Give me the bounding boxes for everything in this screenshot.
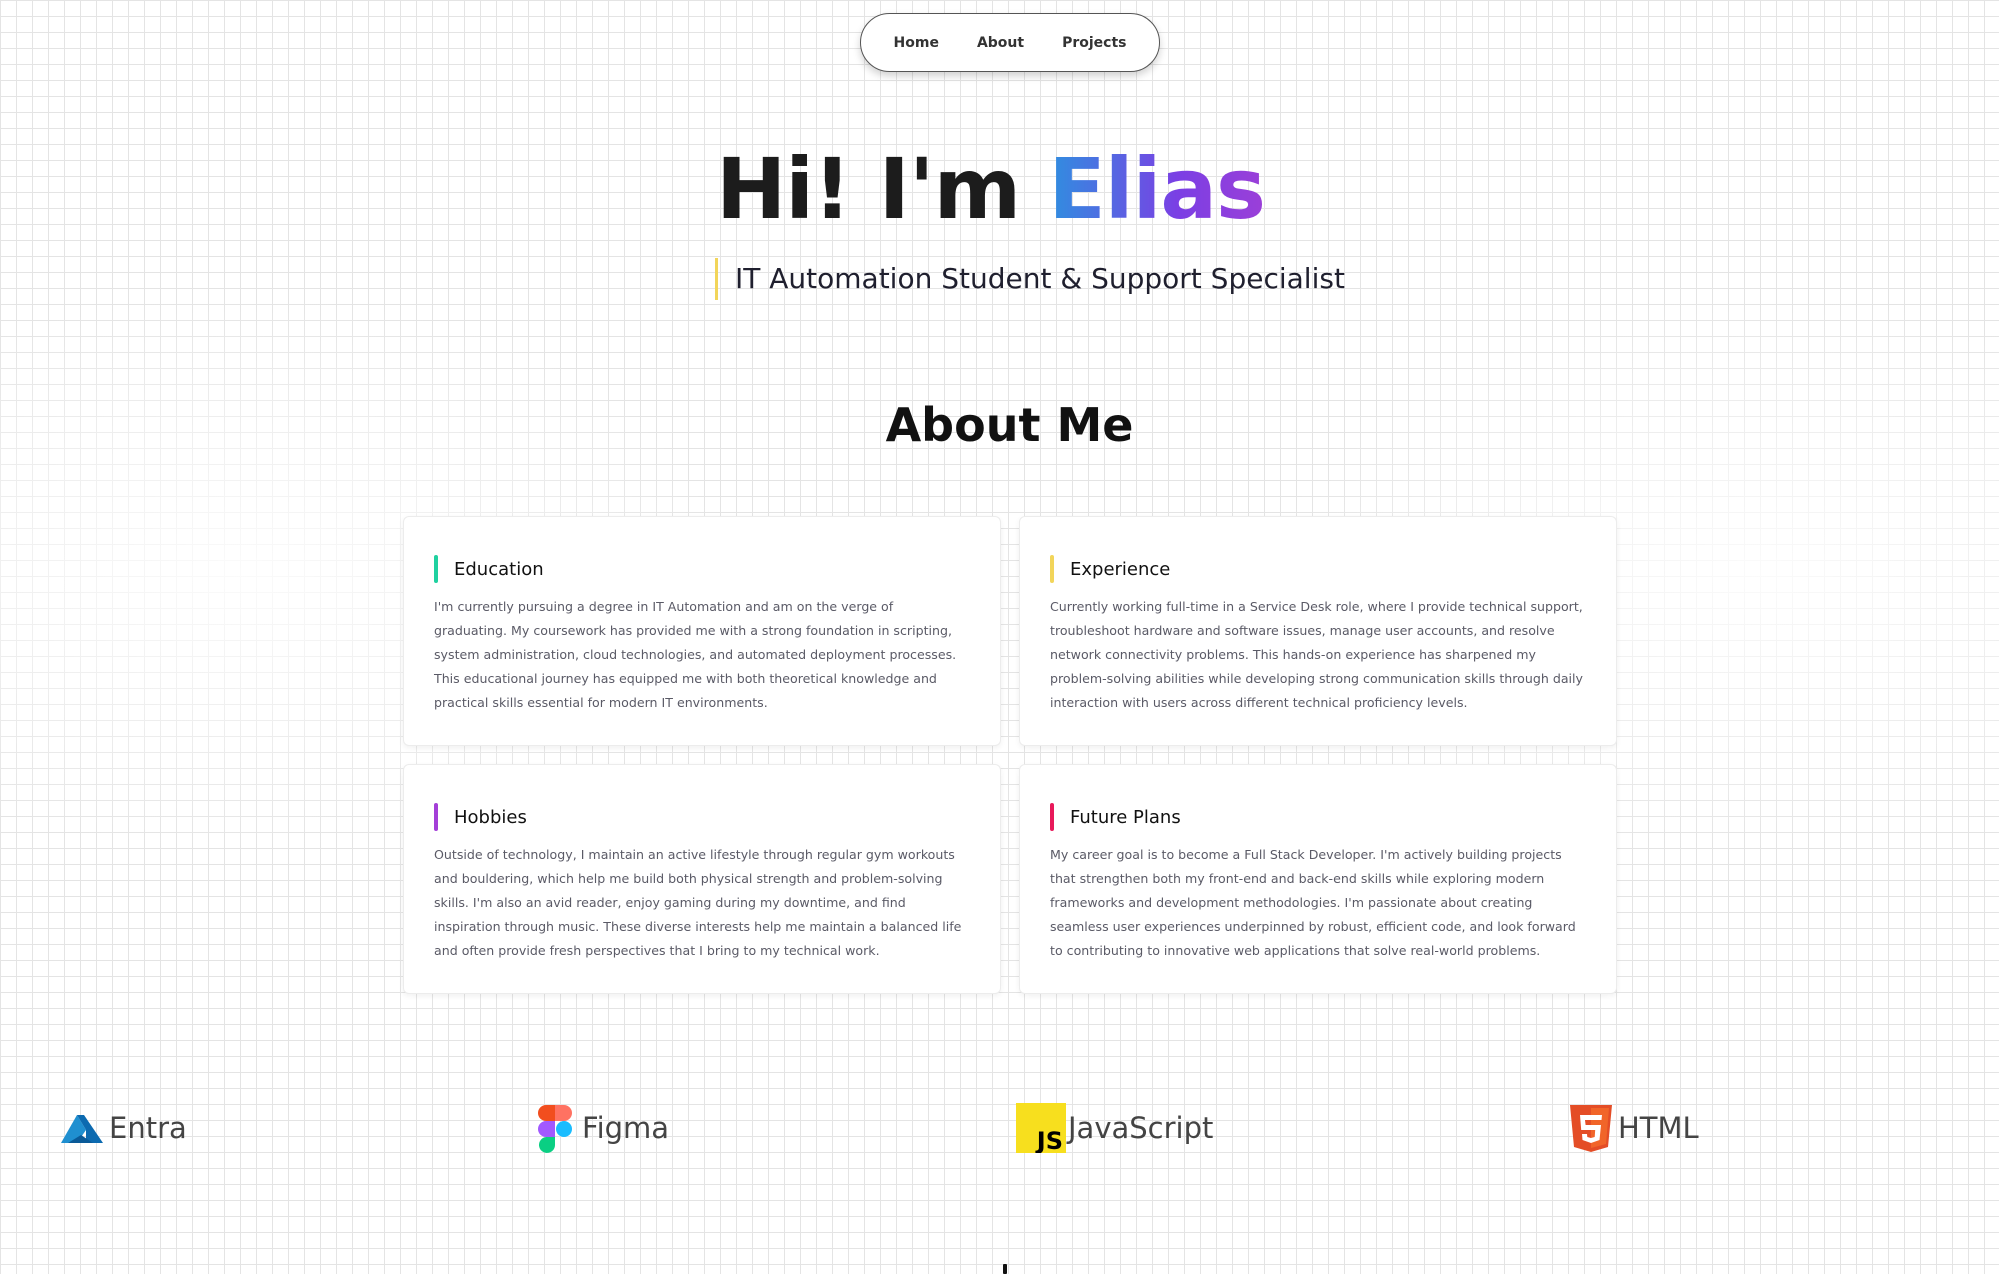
card-title: Education bbox=[454, 558, 544, 580]
card-accent-bar bbox=[1050, 803, 1054, 831]
tech-label: JavaScript bbox=[1068, 1111, 1214, 1145]
hero-title: Hi! I'm Elias bbox=[716, 140, 1266, 238]
tech-item-html: HTML bbox=[1566, 1102, 1699, 1154]
card-hobbies: Hobbies Outside of technology, I maintai… bbox=[403, 764, 1001, 994]
card-education: Education I'm currently pursuing a degre… bbox=[403, 516, 1001, 746]
tech-label: Figma bbox=[582, 1111, 670, 1145]
card-text: I'm currently pursuing a degree in IT Au… bbox=[434, 599, 957, 710]
top-nav: Home About Projects bbox=[860, 13, 1160, 72]
card-accent-bar bbox=[1050, 555, 1054, 583]
card-future-plans: Future Plans My career goal is to become… bbox=[1019, 764, 1617, 994]
card-experience: Experience Currently working full-time i… bbox=[1019, 516, 1617, 746]
hero-greeting: Hi! I'm bbox=[716, 140, 1049, 238]
svg-text:JS: JS bbox=[1035, 1127, 1063, 1153]
nav-about[interactable]: About bbox=[977, 35, 1024, 51]
html5-icon bbox=[1570, 1105, 1612, 1152]
tech-item-javascript: JS JavaScript bbox=[1016, 1102, 1213, 1154]
card-text: Currently working full-time in a Service… bbox=[1050, 599, 1584, 710]
scroll-indicator bbox=[1003, 1264, 1007, 1274]
card-header: Experience bbox=[1050, 555, 1586, 583]
card-header: Hobbies bbox=[434, 803, 970, 831]
card-accent-bar bbox=[434, 803, 438, 831]
card-header: Education bbox=[434, 555, 970, 583]
card-text: Outside of technology, I maintain an act… bbox=[434, 847, 962, 958]
card-header: Future Plans bbox=[1050, 803, 1586, 831]
tech-label: Entra bbox=[109, 1111, 187, 1145]
tech-item-entra: Entra bbox=[57, 1102, 187, 1154]
card-accent-bar bbox=[434, 555, 438, 583]
card-title: Experience bbox=[1070, 558, 1171, 580]
figma-icon bbox=[538, 1105, 572, 1153]
hero-subtitle: IT Automation Student & Support Speciali… bbox=[715, 258, 1345, 300]
card-title: Future Plans bbox=[1070, 806, 1181, 828]
tech-label: HTML bbox=[1618, 1111, 1699, 1145]
card-text: My career goal is to become a Full Stack… bbox=[1050, 847, 1576, 958]
nav-projects[interactable]: Projects bbox=[1062, 35, 1126, 51]
tech-item-figma: Figma bbox=[530, 1102, 669, 1154]
javascript-icon: JS bbox=[1016, 1103, 1066, 1153]
about-section-title: About Me bbox=[885, 398, 1134, 452]
entra-icon bbox=[61, 1115, 103, 1143]
hero-name: Elias bbox=[1048, 140, 1266, 238]
card-title: Hobbies bbox=[454, 806, 527, 828]
nav-home[interactable]: Home bbox=[894, 35, 939, 51]
